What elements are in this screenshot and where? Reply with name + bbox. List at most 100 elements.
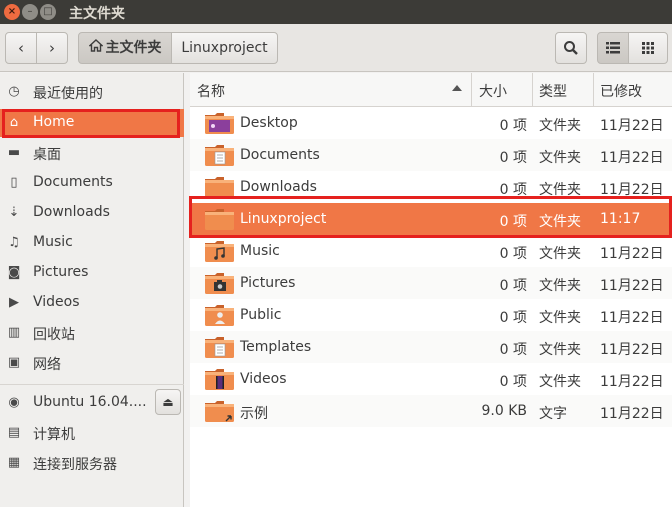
file-row-downloads[interactable]: Downloads 0 项 文件夹 11月22日 — [190, 171, 672, 203]
sidebar-separator — [0, 384, 184, 385]
sidebar-item-label: 计算机 — [33, 427, 75, 443]
close-window-button[interactable]: × — [4, 4, 20, 20]
file-size: 0 项 — [499, 342, 527, 358]
sidebar-item-documents[interactable]: ▯ Documents — [0, 169, 184, 197]
file-size: 0 项 — [499, 374, 527, 390]
toolbar: ‹ › 主文件夹 Linuxproject — [0, 24, 672, 72]
file-size: 0 项 — [499, 182, 527, 198]
templates-folder-icon — [205, 337, 234, 358]
chevron-right-icon: › — [49, 39, 55, 57]
disc-icon: ◉ — [8, 395, 20, 410]
computer-icon: ▤ — [7, 425, 21, 440]
home-icon — [87, 33, 104, 63]
column-header-bar: 名称 大小 类型 已修改 — [190, 73, 672, 107]
file-modified: 11月22日 — [600, 246, 664, 262]
chevron-left-icon: ‹ — [18, 39, 24, 57]
file-row-linuxproject[interactable]: Linuxproject 0 项 文件夹 11:17 — [190, 203, 672, 235]
file-row-videos[interactable]: Videos 0 项 文件夹 11月22日 — [190, 363, 672, 395]
sidebar-item-trash[interactable]: ▥ 回收站 — [0, 319, 184, 347]
file-name: Templates — [240, 339, 312, 355]
file-type: 文件夹 — [539, 310, 581, 326]
sidebar-item-computer[interactable]: ▤ 计算机 — [0, 419, 184, 447]
file-size: 9.0 KB — [481, 403, 528, 419]
sidebar-item-label: 最近使用的 — [33, 86, 103, 102]
path-button-home[interactable]: 主文件夹 — [78, 32, 172, 64]
file-row-示例[interactable]: 示例 9.0 KB 文字 11月22日 — [190, 395, 672, 427]
sidebar-item-music[interactable]: ♫ Music — [0, 229, 184, 257]
sidebar-item-label: 网络 — [33, 357, 61, 373]
file-name: Downloads — [240, 179, 317, 195]
sidebar-item-pictures[interactable]: ◙ Pictures — [0, 259, 184, 287]
column-divider[interactable] — [532, 73, 533, 107]
file-row-documents[interactable]: Documents 0 项 文件夹 11月22日 — [190, 139, 672, 171]
column-header-modified[interactable]: 已修改 — [600, 81, 642, 101]
column-header-name[interactable]: 名称 — [197, 81, 225, 101]
file-row-desktop[interactable]: Desktop 0 项 文件夹 11月22日 — [190, 107, 672, 139]
music-icon: ♫ — [8, 235, 20, 250]
file-name: Public — [240, 307, 282, 323]
column-header-type[interactable]: 类型 — [539, 81, 567, 101]
path-linuxproject-label: Linuxproject — [181, 40, 268, 56]
sidebar-item-desktop[interactable]: ▬ 桌面 — [0, 139, 184, 167]
list-view-button[interactable] — [597, 32, 629, 64]
file-type: 文件夹 — [539, 182, 581, 198]
file-type: 文件夹 — [539, 278, 581, 294]
sidebar-item-label: 桌面 — [33, 147, 61, 163]
forward-button[interactable]: › — [36, 32, 68, 64]
places-sidebar: ◷ 最近使用的 ⌂ Home ▬ 桌面 ▯ Documents ⇣ Downlo… — [0, 73, 184, 507]
file-modified: 11月22日 — [600, 278, 664, 294]
maximize-window-button[interactable]: □ — [40, 4, 56, 20]
file-modified: 11月22日 — [600, 182, 664, 198]
downloads-folder-icon — [205, 177, 234, 198]
clock-icon: ◷ — [8, 84, 20, 99]
file-type: 文件夹 — [539, 342, 581, 358]
file-modified: 11月22日 — [600, 342, 664, 358]
file-name: Desktop — [240, 115, 298, 131]
path-home-label: 主文件夹 — [105, 40, 162, 56]
column-divider[interactable] — [593, 73, 594, 107]
file-size: 0 项 — [499, 150, 527, 166]
examples-link-folder-icon — [205, 401, 234, 422]
file-name: Documents — [240, 147, 320, 163]
file-size: 0 项 — [499, 310, 527, 326]
back-button[interactable]: ‹ — [5, 32, 37, 64]
search-icon — [564, 41, 578, 55]
sidebar-item-videos[interactable]: ▶ Videos — [0, 289, 184, 317]
path-button-linuxproject[interactable]: Linuxproject — [171, 32, 278, 64]
file-modified: 11月22日 — [600, 374, 664, 390]
sidebar-item-ubuntu-volume[interactable]: ◉ Ubuntu 16.04.... — [0, 389, 152, 417]
file-size: 0 项 — [499, 118, 527, 134]
eject-icon: ⏏ — [162, 395, 174, 409]
search-button[interactable] — [555, 32, 587, 64]
file-row-public[interactable]: Public 0 项 文件夹 11月22日 — [190, 299, 672, 331]
sidebar-item-label: 回收站 — [33, 327, 75, 343]
file-modified: 11月22日 — [600, 118, 664, 134]
server-icon: ▦ — [7, 455, 21, 470]
file-type: 文字 — [539, 406, 567, 422]
sidebar-item-downloads[interactable]: ⇣ Downloads — [0, 199, 184, 227]
column-header-size[interactable]: 大小 — [479, 81, 507, 101]
file-row-pictures[interactable]: Pictures 0 项 文件夹 11月22日 — [190, 267, 672, 299]
sidebar-item-network[interactable]: ▣ 网络 — [0, 349, 184, 377]
home-icon: ⌂ — [9, 115, 19, 130]
file-size: 0 项 — [499, 278, 527, 294]
sidebar-item-connect-server[interactable]: ▦ 连接到服务器 — [0, 449, 184, 477]
sidebar-item-recent[interactable]: ◷ 最近使用的 — [0, 78, 184, 106]
column-divider[interactable] — [471, 73, 472, 107]
video-icon: ▶ — [9, 295, 19, 310]
file-name: Pictures — [240, 275, 296, 291]
minimize-window-button[interactable]: – — [22, 4, 38, 20]
public-folder-icon — [205, 305, 234, 326]
grid-view-button[interactable] — [628, 32, 668, 64]
file-type: 文件夹 — [539, 246, 581, 262]
file-row-templates[interactable]: Templates 0 项 文件夹 11月22日 — [190, 331, 672, 363]
window-title: 主文件夹 — [69, 6, 125, 22]
file-type: 文件夹 — [539, 150, 581, 166]
sidebar-item-label: Ubuntu 16.04.... — [33, 394, 147, 410]
eject-button[interactable]: ⏏ — [155, 389, 181, 415]
file-name: Music — [240, 243, 280, 259]
file-modified: 11月22日 — [600, 406, 664, 422]
file-row-music[interactable]: Music 0 项 文件夹 11月22日 — [190, 235, 672, 267]
sidebar-item-home[interactable]: ⌂ Home — [0, 109, 184, 137]
file-name: Linuxproject — [240, 211, 327, 227]
